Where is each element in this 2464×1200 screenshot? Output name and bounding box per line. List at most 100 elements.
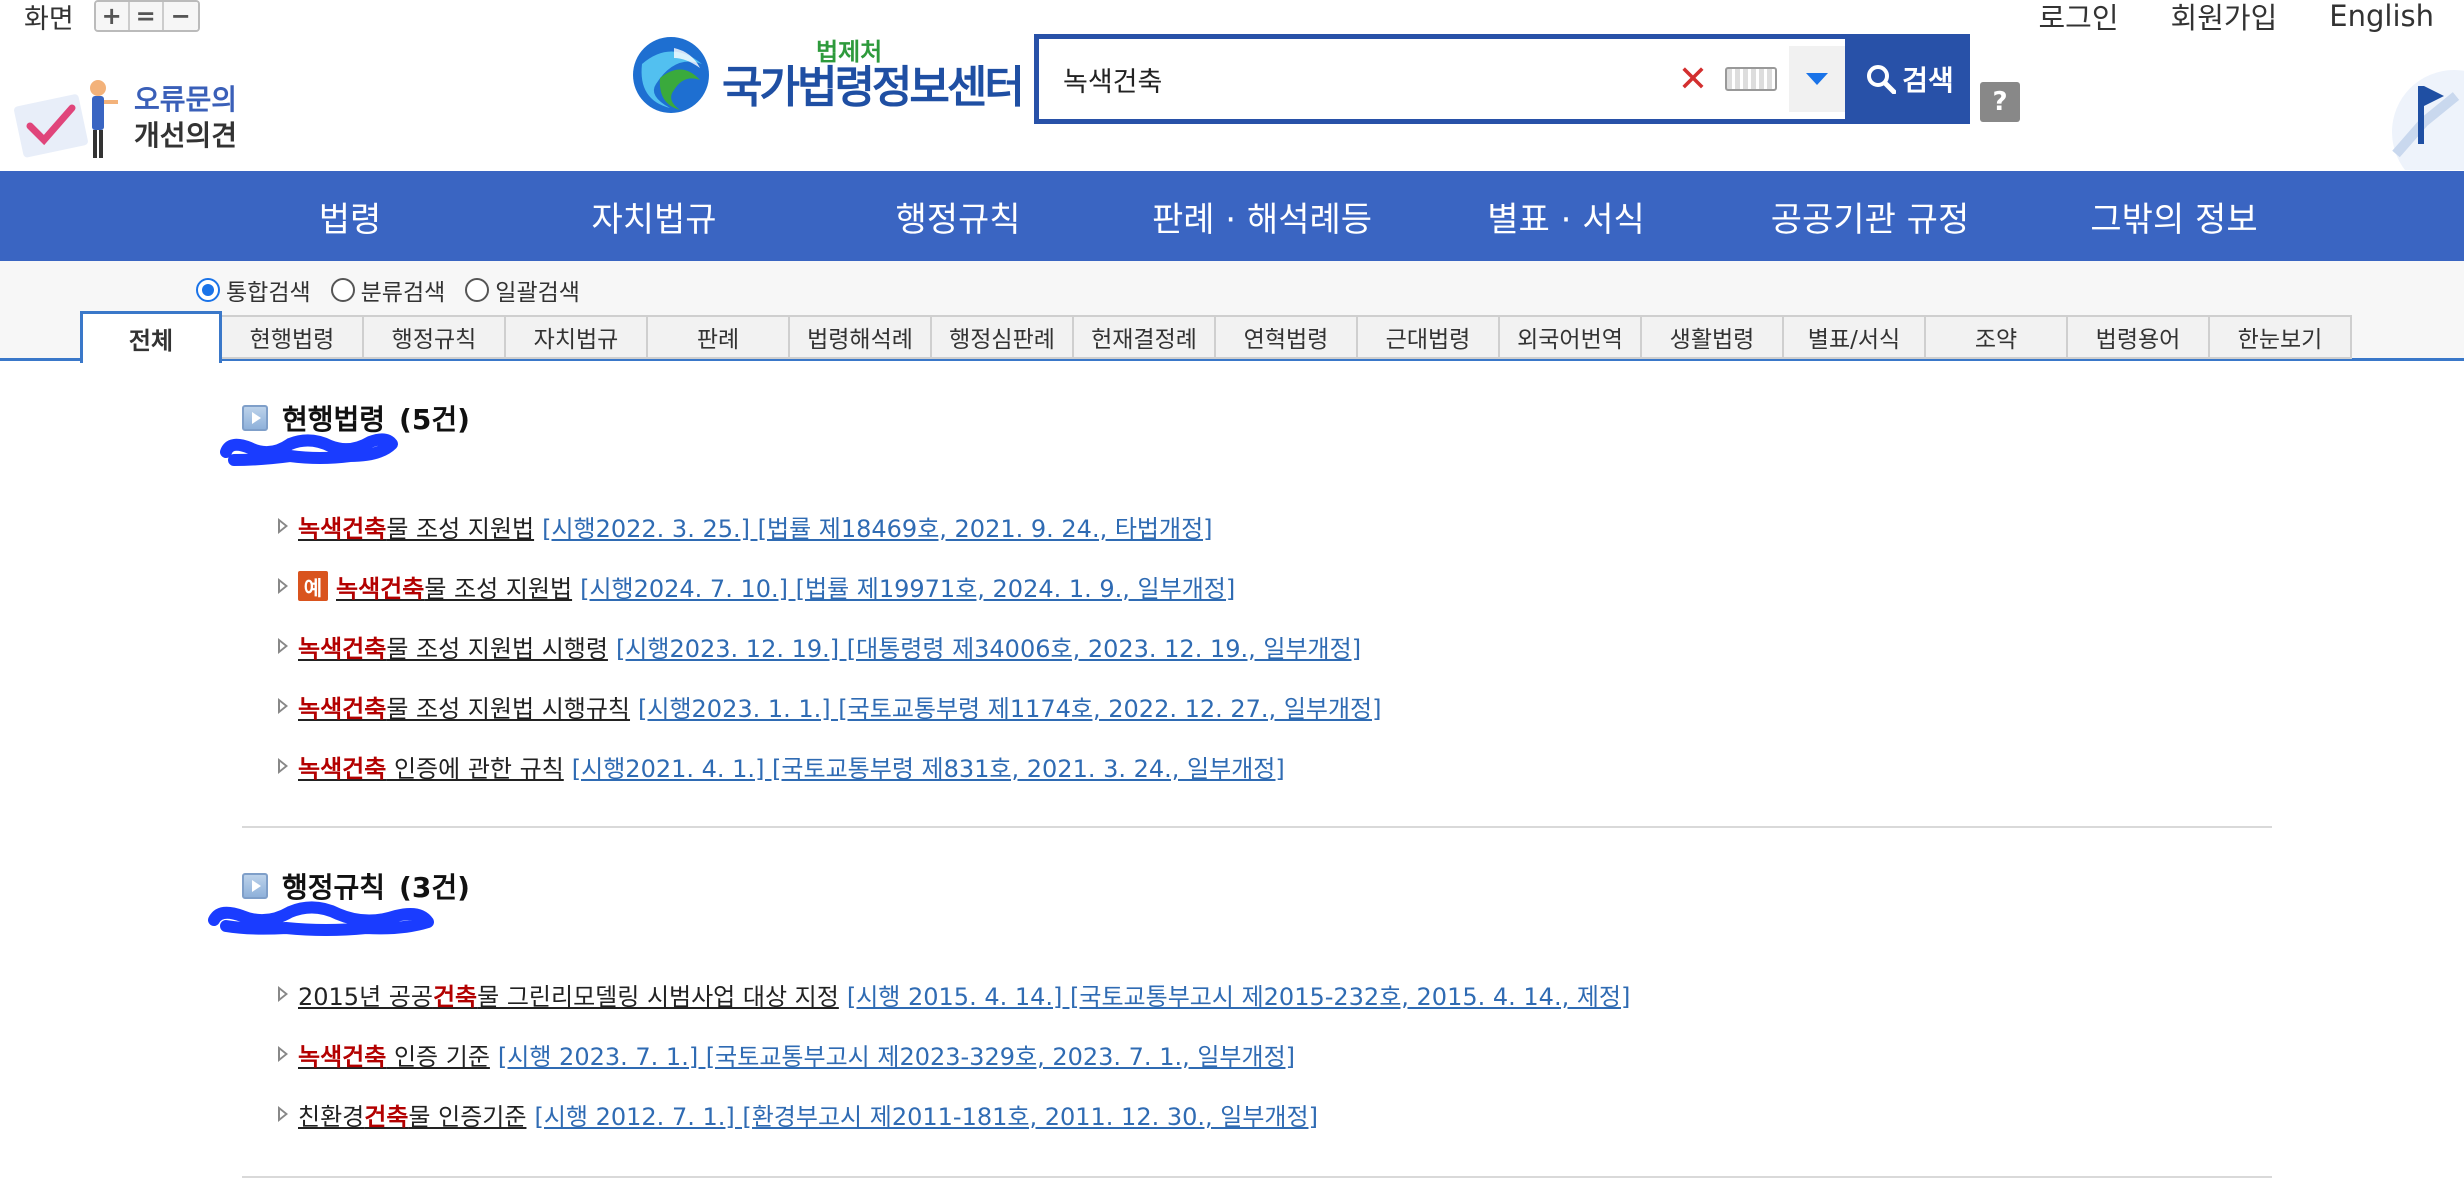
feedback-line2: 개선의견 [134, 119, 238, 152]
decorative-figure-icon [2392, 70, 2464, 170]
search-icon [1867, 65, 1897, 94]
section-divider [242, 1176, 2272, 1178]
result-link[interactable]: 2015년 공공건축물 그린리모델링 시범사업 대상 지정 [298, 977, 839, 1012]
signup-link[interactable]: 회원가입 [2171, 0, 2278, 37]
bullet-arrow-icon [278, 518, 288, 534]
nav-administrative-rules[interactable]: 행정규칙 [806, 171, 1110, 261]
zoom-in-button[interactable]: + [95, 2, 130, 30]
chevron-down-icon [1806, 73, 1828, 85]
section-title[interactable]: 현행법령 (5건) [242, 398, 2272, 438]
zoom-reset-button[interactable]: = [129, 2, 164, 30]
search-type-batch[interactable]: 일괄검색 [465, 273, 580, 307]
zoom-out-button[interactable]: − [163, 2, 198, 30]
search-box: ✕ [1034, 34, 1850, 124]
radio-icon [330, 278, 355, 302]
tab-all[interactable]: 전체 [80, 311, 222, 363]
zoom-buttons: + = − [93, 0, 200, 32]
tab-current-laws[interactable]: 현행법령 [222, 315, 364, 359]
tab-historical-laws[interactable]: 연혁법령 [1216, 315, 1358, 359]
bullet-arrow-icon [278, 638, 288, 654]
tab-local-ordinances[interactable]: 자치법규 [506, 315, 648, 359]
search-type-group: 통합검색 분류검색 일괄검색 [196, 273, 580, 307]
nav-precedents[interactable]: 판례 · 해석례등 [1110, 171, 1414, 261]
tab-translations[interactable]: 외국어번역 [1500, 315, 1642, 359]
list-item: 친환경건축물 인증기준 [시행 2012. 7. 1.] [환경부고시 제201… [278, 1084, 2272, 1144]
logo-text: 법제처 국가법령정보센터 [722, 38, 1025, 113]
search-input[interactable] [1039, 39, 1673, 119]
search-button[interactable]: 검색 [1850, 34, 1970, 124]
tab-legal-terms[interactable]: 법령용어 [2068, 315, 2210, 359]
radio-icon [465, 278, 490, 302]
search-type-category[interactable]: 분류검색 [330, 273, 445, 307]
bullet-arrow-icon [278, 1106, 288, 1122]
list-item: 녹색건축물 조성 지원법 시행령 [시행2023. 12. 19.] [대통령령… [278, 616, 2272, 676]
virtual-keyboard-icon[interactable] [1725, 67, 1777, 91]
nav-annex-forms[interactable]: 별표 · 서식 [1414, 171, 1718, 261]
feedback-illustration-icon [14, 80, 118, 158]
result-meta-link[interactable]: [시행2022. 3. 25.] [법률 제18469호, 2021. 9. 2… [542, 509, 1212, 544]
tab-admin-appeals[interactable]: 행정심판례 [932, 315, 1074, 359]
tab-living-laws[interactable]: 생활법령 [1642, 315, 1784, 359]
login-link[interactable]: 로그인 [2039, 0, 2119, 37]
result-link[interactable]: 녹색건축 인증 기준 [298, 1037, 490, 1072]
result-meta-link[interactable]: [시행 2012. 7. 1.] [환경부고시 제2011-181호, 2011… [534, 1097, 1318, 1132]
result-link[interactable]: 녹색건축물 조성 지원법 시행규칙 [298, 689, 630, 724]
result-list: 2015년 공공건축물 그린리모델링 시범사업 대상 지정 [시행 2015. … [278, 964, 2272, 1144]
section-divider [242, 826, 2272, 828]
nav-public-agency-rules[interactable]: 공공기관 규정 [1718, 171, 2022, 261]
list-item: 녹색건축물 조성 지원법 [시행2022. 3. 25.] [법률 제18469… [278, 496, 2272, 556]
result-meta-link[interactable]: [시행 2015. 4. 14.] [국토교통부고시 제2015-232호, 2… [847, 977, 1631, 1012]
scribble-mark [208, 901, 434, 936]
search-button-label: 검색 [1902, 64, 1954, 97]
result-section-admin-rules: 행정규칙 (3건) 2015년 공공건축물 그린리모델링 시범사업 대상 지정 … [208, 866, 2272, 1144]
list-item: 예 녹색건축물 조성 지원법 [시행2024. 7. 10.] [법률 제199… [278, 556, 2272, 616]
result-link[interactable]: 녹색건축물 조성 지원법 [298, 509, 534, 544]
search-tab-bar: 통합검색 분류검색 일괄검색 전체 현행법령 행정규칙 자치법규 판례 법령해석… [0, 261, 2464, 363]
globe-logo-icon [633, 37, 709, 113]
scheduled-badge: 예 [298, 571, 328, 601]
english-link[interactable]: English [2329, 0, 2434, 33]
tab-admin-rules[interactable]: 행정규칙 [364, 315, 506, 359]
feedback-text: 오류문의 개선의견 [134, 82, 237, 154]
tab-treaties[interactable]: 조약 [1926, 315, 2068, 359]
tab-interpretations[interactable]: 법령해석례 [790, 315, 932, 359]
bullet-arrow-icon [278, 1046, 288, 1062]
logo-subtitle: 법제처 [816, 38, 883, 66]
tab-precedents[interactable]: 판례 [648, 315, 790, 359]
result-link[interactable]: 녹색건축물 조성 지원법 [336, 569, 572, 604]
account-links: 로그인 회원가입 English [2039, 0, 2435, 35]
help-button[interactable]: ? [1980, 82, 2020, 122]
clear-search-icon[interactable]: ✕ [1673, 59, 1713, 100]
result-meta-link[interactable]: [시행2023. 12. 19.] [대통령령 제34006호, 2023. 1… [616, 629, 1361, 664]
result-meta-link[interactable]: [시행2021. 4. 1.] [국토교통부령 제831호, 2021. 3. … [572, 749, 1285, 784]
nav-laws[interactable]: 법령 [198, 171, 502, 261]
section-title[interactable]: 행정규칙 (3건) [242, 866, 2272, 906]
list-item: 녹색건축물 조성 지원법 시행규칙 [시행2023. 1. 1.] [국토교통부… [278, 676, 2272, 736]
screen-label: 화면 [24, 3, 74, 35]
result-meta-link[interactable]: [시행 2023. 7. 1.] [국토교통부고시 제2023-329호, 20… [498, 1037, 1295, 1072]
bullet-arrow-icon [278, 986, 288, 1002]
list-item: 녹색건축 인증에 관한 규칙 [시행2021. 4. 1.] [국토교통부령 제… [278, 736, 2272, 796]
result-meta-link[interactable]: [시행2024. 7. 10.] [법률 제19971호, 2024. 1. 9… [580, 569, 1235, 604]
tab-constitutional[interactable]: 헌재결정례 [1074, 315, 1216, 359]
list-item: 녹색건축 인증 기준 [시행 2023. 7. 1.] [국토교통부고시 제20… [278, 1024, 2272, 1084]
result-link[interactable]: 녹색건축물 조성 지원법 시행령 [298, 629, 608, 664]
search-type-integrated[interactable]: 통합검색 [196, 273, 311, 307]
result-link[interactable]: 친환경건축물 인증기준 [298, 1097, 526, 1132]
result-section-current-laws: 현행법령 (5건) 녹색건축물 조성 지원법 [시행2022. 3. 25.] … [220, 398, 2272, 796]
tab-modern-laws[interactable]: 근대법령 [1358, 315, 1500, 359]
result-tabs: 전체 현행법령 행정규칙 자치법규 판례 법령해석례 행정심판례 헌재결정례 연… [80, 311, 2352, 363]
result-meta-link[interactable]: [시행2023. 1. 1.] [국토교통부령 제1174호, 2022. 12… [638, 689, 1382, 724]
feedback-banner[interactable]: 오류문의 개선의견 [10, 70, 237, 166]
result-list: 녹색건축물 조성 지원법 [시행2022. 3. 25.] [법률 제18469… [278, 496, 2272, 796]
nav-local-ordinances[interactable]: 자치법규 [502, 171, 806, 261]
tab-annex-forms[interactable]: 별표/서식 [1784, 315, 1926, 359]
search-options-dropdown[interactable] [1789, 46, 1845, 112]
tab-overview[interactable]: 한눈보기 [2210, 315, 2352, 359]
section-count: (5건) [399, 403, 470, 436]
logo-title: 국가법령정보센터 [722, 62, 1025, 113]
nav-other-info[interactable]: 그밖의 정보 [2022, 171, 2326, 261]
result-link[interactable]: 녹색건축 인증에 관한 규칙 [298, 749, 564, 784]
bullet-arrow-icon [278, 698, 288, 714]
site-logo[interactable]: 법제처 국가법령정보센터 [630, 34, 1025, 116]
